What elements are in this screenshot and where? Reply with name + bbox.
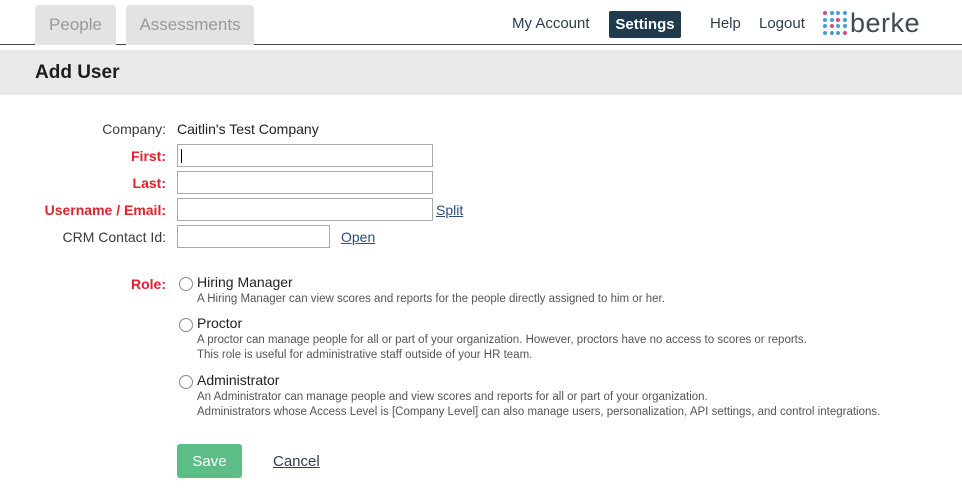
logout-link[interactable]: Logout	[759, 15, 805, 33]
save-button[interactable]: Save	[177, 444, 242, 478]
company-value: Caitlin's Test Company	[177, 121, 319, 137]
settings-link[interactable]: Settings	[609, 11, 681, 38]
company-label: Company:	[102, 121, 166, 137]
tab-assessments[interactable]: Assessments	[126, 5, 254, 45]
page-title: Add User	[35, 62, 120, 83]
last-name-input[interactable]	[177, 171, 433, 194]
role-desc-administrator-line1: An Administrator can manage people and v…	[197, 391, 708, 403]
page-header: Add User	[0, 50, 962, 95]
role-radio-hiring-manager[interactable]	[179, 277, 193, 291]
top-nav: People Assessments My Account Settings H…	[0, 0, 962, 45]
role-desc-proctor-line2: This role is useful for administrative s…	[197, 349, 533, 361]
role-radio-proctor[interactable]	[179, 318, 193, 332]
crm-label: CRM Contact Id:	[62, 229, 166, 245]
username-label: Username / Email:	[44, 202, 166, 218]
logo-text: berke	[850, 8, 921, 38]
last-label: Last:	[132, 175, 166, 191]
crm-contact-id-input[interactable]	[177, 225, 330, 248]
tab-people[interactable]: People	[35, 5, 116, 45]
role-desc-administrator-line2: Administrators whose Access Level is [Co…	[197, 406, 881, 418]
split-link[interactable]: Split	[436, 202, 463, 218]
text-caret	[181, 149, 182, 163]
username-email-input[interactable]	[177, 198, 433, 221]
role-title-administrator: Administrator	[197, 372, 280, 388]
first-name-input[interactable]	[177, 144, 433, 167]
role-radio-administrator[interactable]	[179, 375, 193, 389]
help-link[interactable]: Help	[710, 15, 741, 33]
role-title-proctor: Proctor	[197, 315, 243, 331]
cancel-link[interactable]: Cancel	[273, 453, 320, 470]
logo-dots-icon	[823, 11, 847, 35]
open-link[interactable]: Open	[341, 229, 375, 245]
role-desc-proctor-line1: A proctor can manage people for all or p…	[197, 334, 807, 346]
role-label: Role:	[131, 276, 166, 292]
my-account-link[interactable]: My Account	[512, 15, 590, 33]
role-desc-hiring-manager: A Hiring Manager can view scores and rep…	[197, 293, 665, 305]
role-title-hiring-manager: Hiring Manager	[197, 274, 293, 290]
first-label: First:	[131, 148, 166, 164]
berke-logo[interactable]: berke	[823, 8, 933, 38]
